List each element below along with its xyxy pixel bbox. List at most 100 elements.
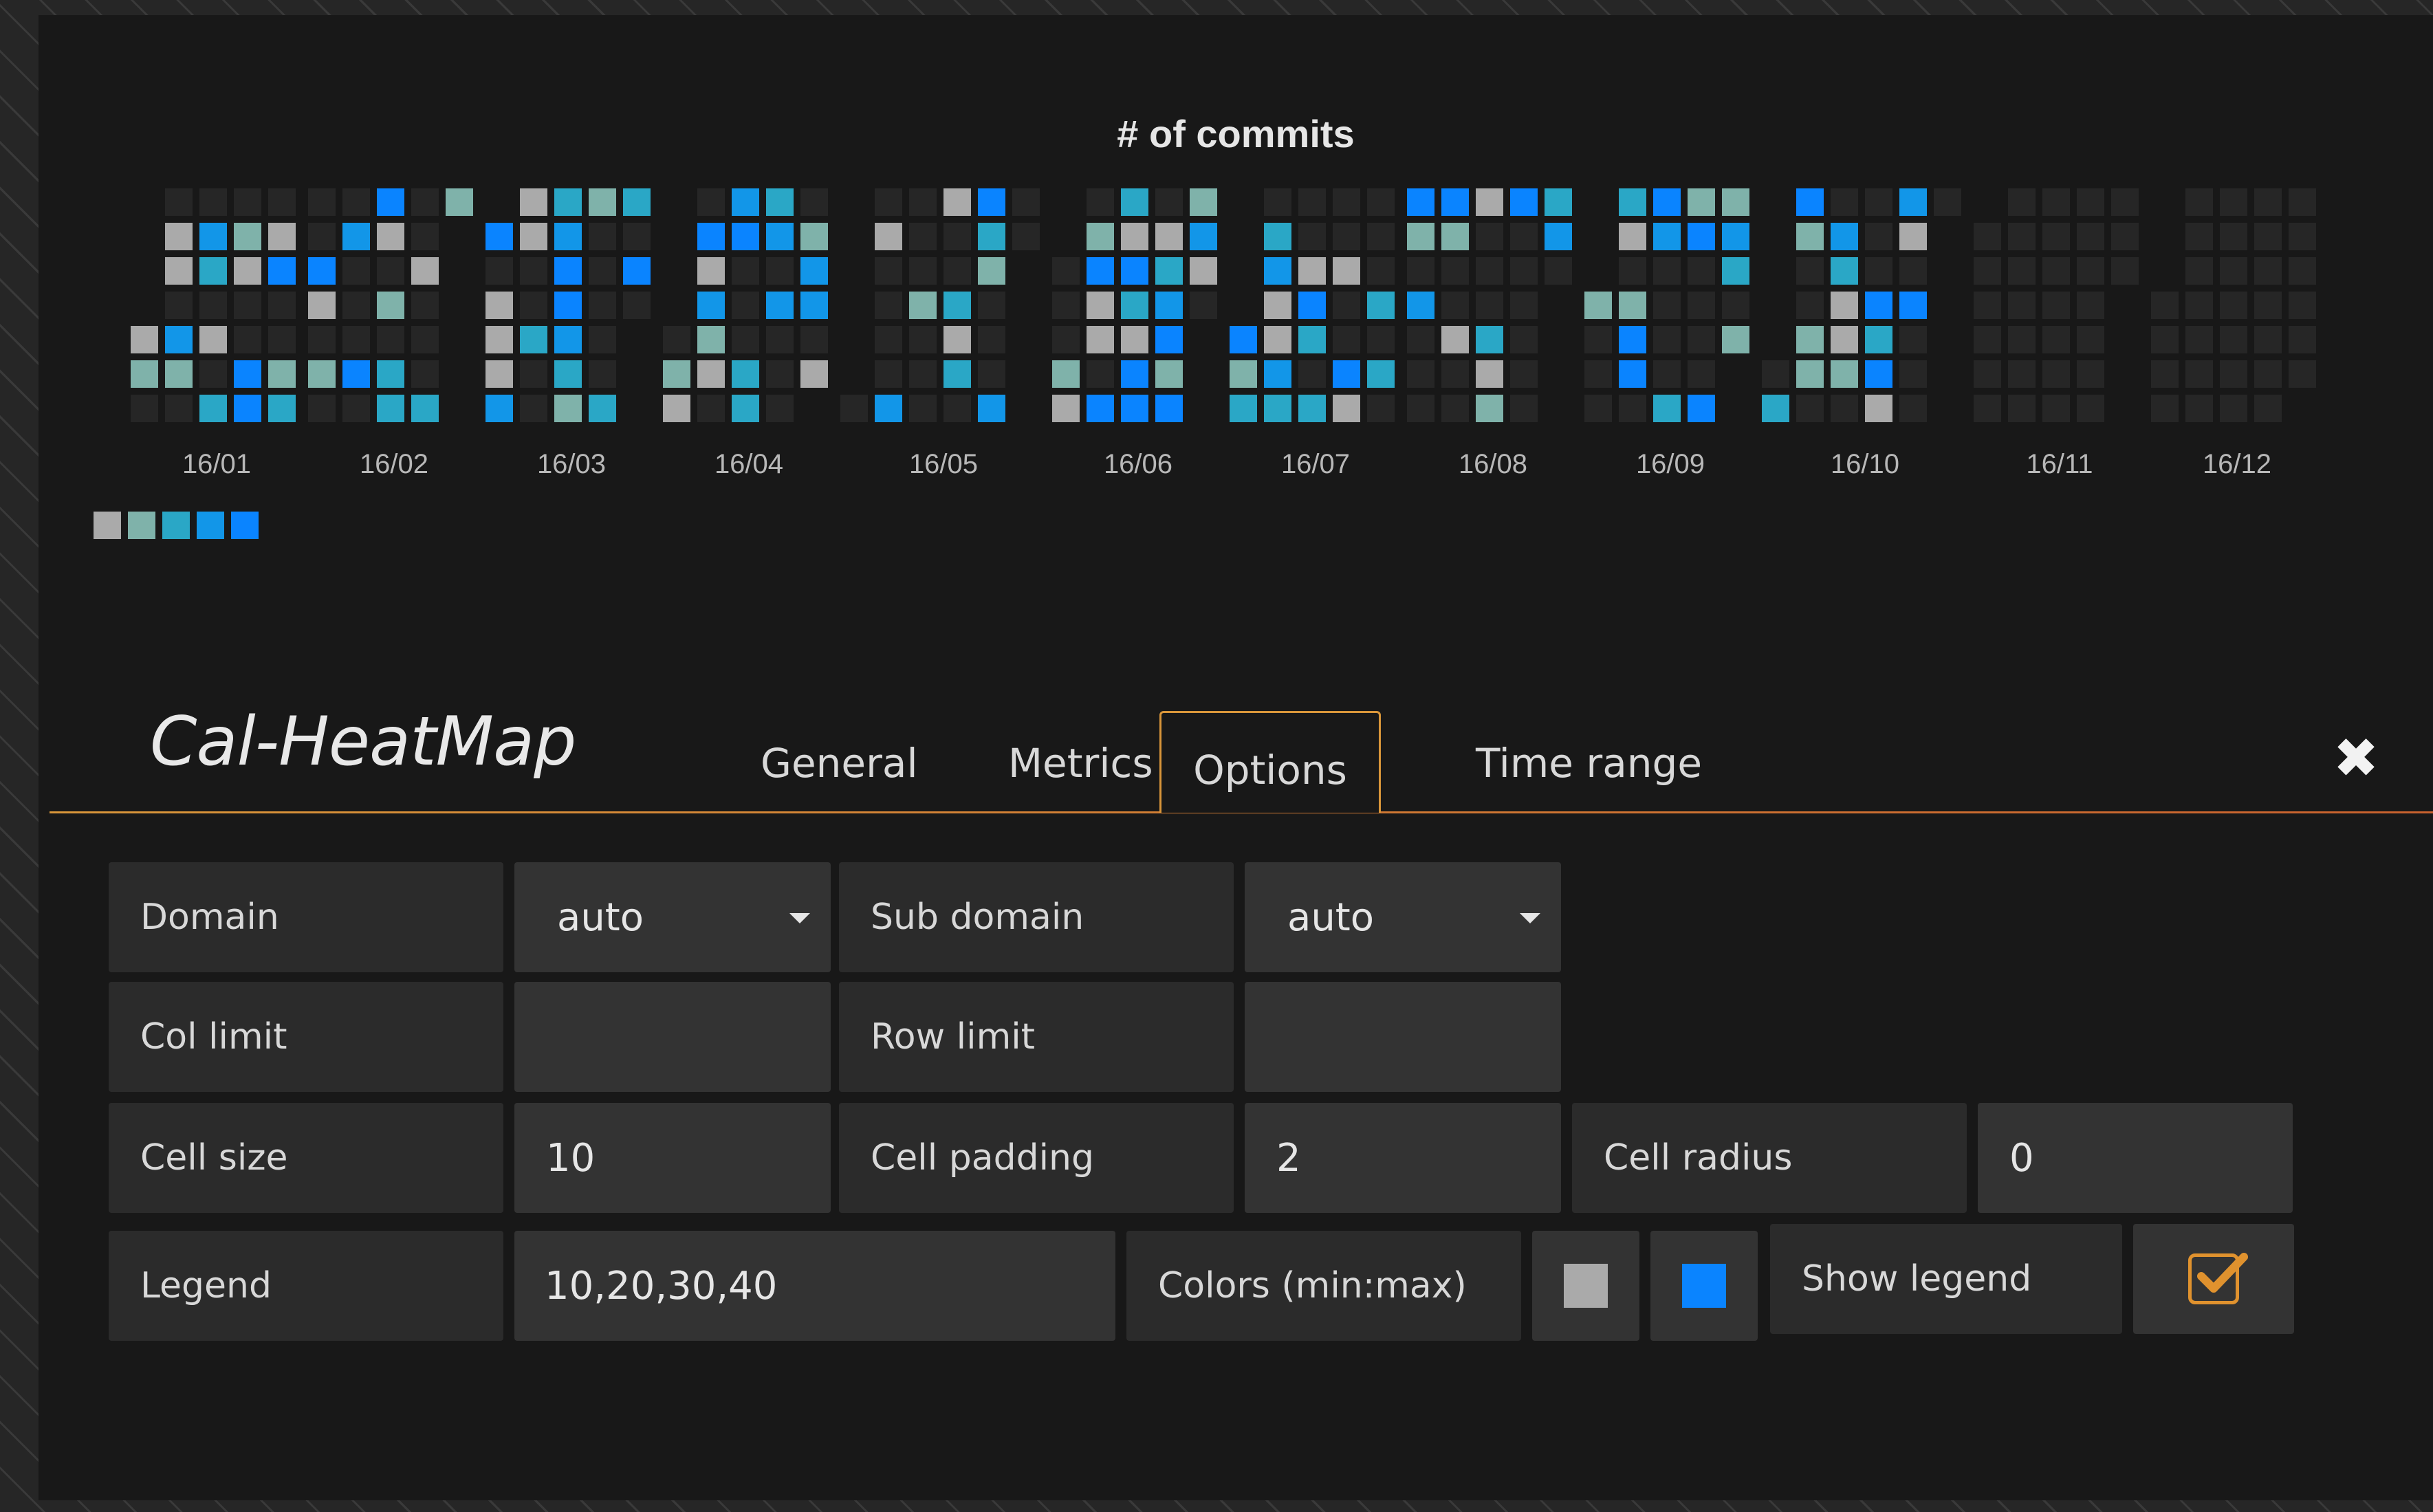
heatmap-cell: [2042, 360, 2070, 388]
heatmap-cell: [1619, 257, 1646, 285]
heatmap-cell: [2254, 326, 2282, 353]
heatmap-cell: [268, 188, 296, 216]
heatmap-cell: [131, 326, 158, 353]
heatmap-cell: [1476, 188, 1503, 216]
heatmap-cell: [1190, 188, 1217, 216]
heatmap-cell: [411, 257, 439, 285]
heatmap-cell: [131, 360, 158, 388]
heatmap-cell: [520, 395, 547, 422]
color-min-picker[interactable]: [1532, 1231, 1639, 1341]
heatmap-cell: [2008, 257, 2036, 285]
tab-time-range[interactable]: Time range: [1434, 715, 1743, 811]
domain-select[interactable]: auto: [514, 862, 831, 972]
heatmap-cell: [520, 257, 547, 285]
month-label: 16/02: [360, 449, 428, 479]
cell-radius-input[interactable]: 0: [1978, 1103, 2293, 1213]
heatmap-cell: [1121, 326, 1148, 353]
cell-size-input[interactable]: 10: [514, 1103, 831, 1213]
heatmap-cell: [234, 188, 261, 216]
heatmap-cell: [1831, 326, 1858, 353]
heatmap-cell: [1865, 257, 1892, 285]
heatmap-cell: [520, 188, 547, 216]
heatmap-cell: [1796, 292, 1824, 319]
heatmap-cell: [377, 223, 404, 250]
heatmap-cell: [2185, 395, 2213, 422]
heatmap-cell: [1333, 292, 1360, 319]
heatmap-cell: [1333, 257, 1360, 285]
col-limit-input[interactable]: [514, 982, 831, 1092]
heatmap-cell: [308, 188, 336, 216]
heatmap-cell: [1407, 257, 1434, 285]
legend-input[interactable]: 10,20,30,40: [514, 1231, 1115, 1341]
heatmap-cell: [800, 223, 828, 250]
heatmap-cell: [2008, 326, 2036, 353]
heatmap-cell: [1190, 292, 1217, 319]
heatmap-cell: [268, 326, 296, 353]
heatmap-cell: [1087, 360, 1114, 388]
heatmap-cell: [1584, 326, 1612, 353]
heatmap-cell: [1407, 326, 1434, 353]
row-limit-input[interactable]: [1245, 982, 1561, 1092]
heatmap-cell: [589, 257, 616, 285]
tab-general[interactable]: General: [719, 715, 959, 811]
heatmap-cell: [1333, 188, 1360, 216]
heatmap-cell: [520, 223, 547, 250]
heatmap-cell: [1367, 188, 1395, 216]
heatmap-cell: [623, 188, 651, 216]
heatmap-cell: [1367, 257, 1395, 285]
heatmap-cell: [234, 292, 261, 319]
heatmap-cell: [554, 257, 582, 285]
subdomain-select[interactable]: auto: [1245, 862, 1561, 972]
heatmap-cell: [1441, 326, 1469, 353]
heatmap-cell: [2185, 326, 2213, 353]
subdomain-select-value: auto: [1287, 895, 1375, 940]
heatmap-cell: [1264, 395, 1291, 422]
heatmap-cell: [377, 360, 404, 388]
heatmap-cell: [1012, 223, 1040, 250]
close-icon[interactable]: ✖: [2328, 723, 2383, 792]
show-legend-checkbox[interactable]: [2133, 1224, 2294, 1334]
caret-down-icon: [789, 913, 810, 923]
heatmap-cell: [766, 395, 794, 422]
heatmap-cell: [1264, 292, 1291, 319]
heatmap-cell: [589, 292, 616, 319]
heatmap-cell: [1653, 188, 1681, 216]
heatmap-cell: [1407, 223, 1434, 250]
heatmap-cell: [663, 395, 690, 422]
heatmap-cell: [909, 326, 937, 353]
heatmap-cell: [485, 326, 513, 353]
heatmap-cell: [589, 188, 616, 216]
heatmap-cell: [1619, 395, 1646, 422]
heatmap-cell: [697, 292, 725, 319]
checkbox-checked-icon: [2188, 1253, 2248, 1304]
heatmap-cell: [943, 223, 971, 250]
month-label: 16/03: [537, 449, 606, 479]
heatmap-cell: [165, 292, 193, 319]
heatmap-cell: [1407, 360, 1434, 388]
heatmap-cell: [308, 326, 336, 353]
heatmap-cell: [1722, 223, 1749, 250]
heatmap-cell: [766, 257, 794, 285]
heatmap-cell: [1688, 188, 1715, 216]
heatmap-cell: [2185, 360, 2213, 388]
heatmap-cell: [875, 326, 902, 353]
heatmap-cell: [2042, 292, 2070, 319]
month-label: 16/07: [1281, 449, 1350, 479]
heatmap-cell: [1688, 395, 1715, 422]
tab-options[interactable]: Options: [1159, 711, 1381, 813]
heatmap-cell: [342, 257, 370, 285]
heatmap-cell: [1831, 257, 1858, 285]
heatmap-cell: [268, 292, 296, 319]
cell-padding-input[interactable]: 2: [1245, 1103, 1561, 1213]
heatmap-cell: [1367, 223, 1395, 250]
color-max-picker[interactable]: [1650, 1231, 1758, 1341]
heatmap-cell: [485, 292, 513, 319]
heatmap-cell: [1510, 326, 1538, 353]
month-label: 16/06: [1104, 449, 1172, 479]
heatmap-cell: [2220, 257, 2247, 285]
heatmap-cell: [1155, 360, 1183, 388]
heatmap-cell: [377, 326, 404, 353]
show-legend-label: Show legend: [1770, 1224, 2122, 1334]
heatmap-cell: [1441, 257, 1469, 285]
heatmap-cell: [1298, 292, 1326, 319]
